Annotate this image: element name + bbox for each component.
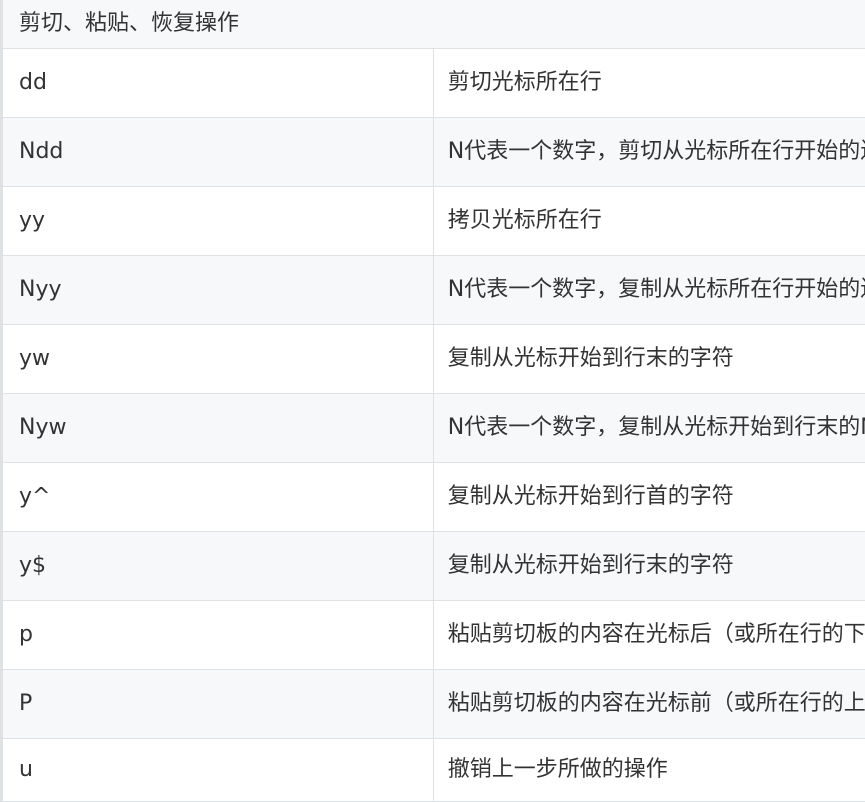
command-cell: Nyy <box>2 256 434 325</box>
command-cell: yy <box>2 187 434 256</box>
table-row: P 粘贴剪切板的内容在光标前（或所在行的上一行，针对整行复制） <box>2 670 865 739</box>
table-row: yy 拷贝光标所在行 <box>2 187 865 256</box>
table-row: Nyw N代表一个数字，复制从光标开始到行末的N个单词 <box>2 394 865 463</box>
table-row: dd 剪切光标所在行 <box>2 49 865 118</box>
description-cell: 复制从光标开始到行末的字符 <box>433 532 865 601</box>
description-cell: N代表一个数字，复制从光标所在行开始的连续N行 <box>433 256 865 325</box>
description-cell: 拷贝光标所在行 <box>433 187 865 256</box>
table-row: y^ 复制从光标开始到行首的字符 <box>2 463 865 532</box>
description-cell: 剪切光标所在行 <box>433 49 865 118</box>
description-cell: 复制从光标开始到行首的字符 <box>433 463 865 532</box>
command-cell: dd <box>2 49 434 118</box>
description-cell: 复制从光标开始到行末的字符 <box>433 325 865 394</box>
command-cell: yw <box>2 325 434 394</box>
table-row: y$ 复制从光标开始到行末的字符 <box>2 532 865 601</box>
description-cell: 撤销上一步所做的操作 <box>433 739 865 802</box>
vim-command-table: 剪切、粘贴、恢复操作 dd 剪切光标所在行 Ndd N代表一个数字，剪切从光标所… <box>0 0 865 802</box>
command-cell: Nyw <box>2 394 434 463</box>
table-row: Ndd N代表一个数字，剪切从光标所在行开始的连续N行 <box>2 118 865 187</box>
description-cell: N代表一个数字，复制从光标开始到行末的N个单词 <box>433 394 865 463</box>
table-section-header-row: 剪切、粘贴、恢复操作 <box>2 0 865 49</box>
command-cell: y$ <box>2 532 434 601</box>
command-cell: p <box>2 601 434 670</box>
command-cell: P <box>2 670 434 739</box>
description-cell: N代表一个数字，剪切从光标所在行开始的连续N行 <box>433 118 865 187</box>
command-cell: y^ <box>2 463 434 532</box>
description-cell: 粘贴剪切板的内容在光标前（或所在行的上一行，针对整行复制） <box>433 670 865 739</box>
table-row: yw 复制从光标开始到行末的字符 <box>2 325 865 394</box>
table-row: Nyy N代表一个数字，复制从光标所在行开始的连续N行 <box>2 256 865 325</box>
table-section-title: 剪切、粘贴、恢复操作 <box>2 0 865 49</box>
table-row: p 粘贴剪切板的内容在光标后（或所在行的下一行，针对整行复制） <box>2 601 865 670</box>
command-cell: Ndd <box>2 118 434 187</box>
table-row: u 撤销上一步所做的操作 <box>2 739 865 802</box>
command-cell: u <box>2 739 434 802</box>
description-cell: 粘贴剪切板的内容在光标后（或所在行的下一行，针对整行复制） <box>433 601 865 670</box>
